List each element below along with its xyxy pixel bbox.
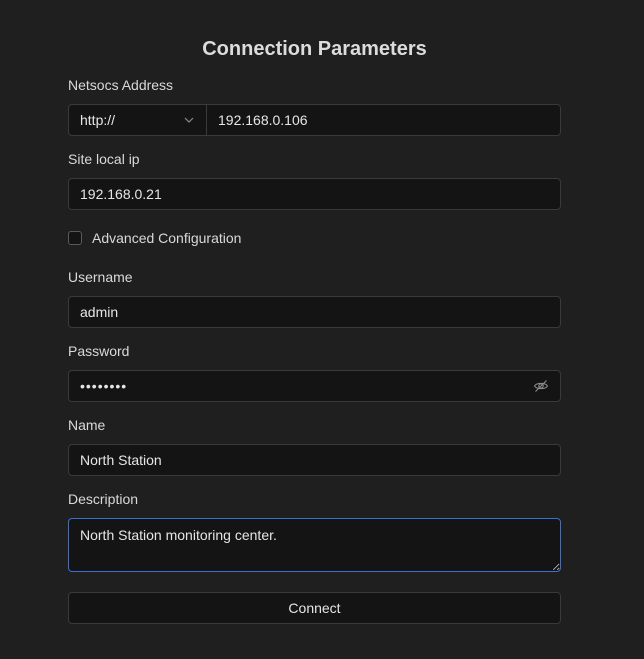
eye-off-icon[interactable]: [533, 378, 549, 394]
name-label: Name: [68, 417, 106, 433]
username-label: Username: [68, 269, 133, 285]
description-label: Description: [68, 491, 139, 507]
site-local-ip-input[interactable]: [68, 178, 561, 210]
password-label: Password: [68, 343, 130, 359]
advanced-configuration-checkbox[interactable]: [68, 231, 82, 245]
chevron-down-icon: [183, 114, 195, 126]
advanced-configuration-label: Advanced Configuration: [92, 230, 242, 246]
name-input[interactable]: [68, 444, 561, 476]
netsocs-address-input[interactable]: [207, 105, 560, 135]
protocol-select[interactable]: http://: [69, 105, 207, 135]
connect-button[interactable]: Connect: [68, 592, 561, 624]
site-local-ip-label: Site local ip: [68, 151, 140, 167]
netsocs-address-label: Netsocs Address: [68, 77, 174, 93]
password-input[interactable]: [69, 371, 533, 401]
netsocs-address-group: http://: [68, 104, 561, 136]
password-field: [68, 370, 561, 402]
description-textarea[interactable]: North Station monitoring center.: [68, 518, 561, 572]
protocol-value: http://: [80, 112, 116, 128]
username-input[interactable]: [68, 296, 561, 328]
advanced-configuration-toggle[interactable]: Advanced Configuration: [68, 230, 241, 246]
form-title: Connection Parameters: [202, 38, 427, 60]
